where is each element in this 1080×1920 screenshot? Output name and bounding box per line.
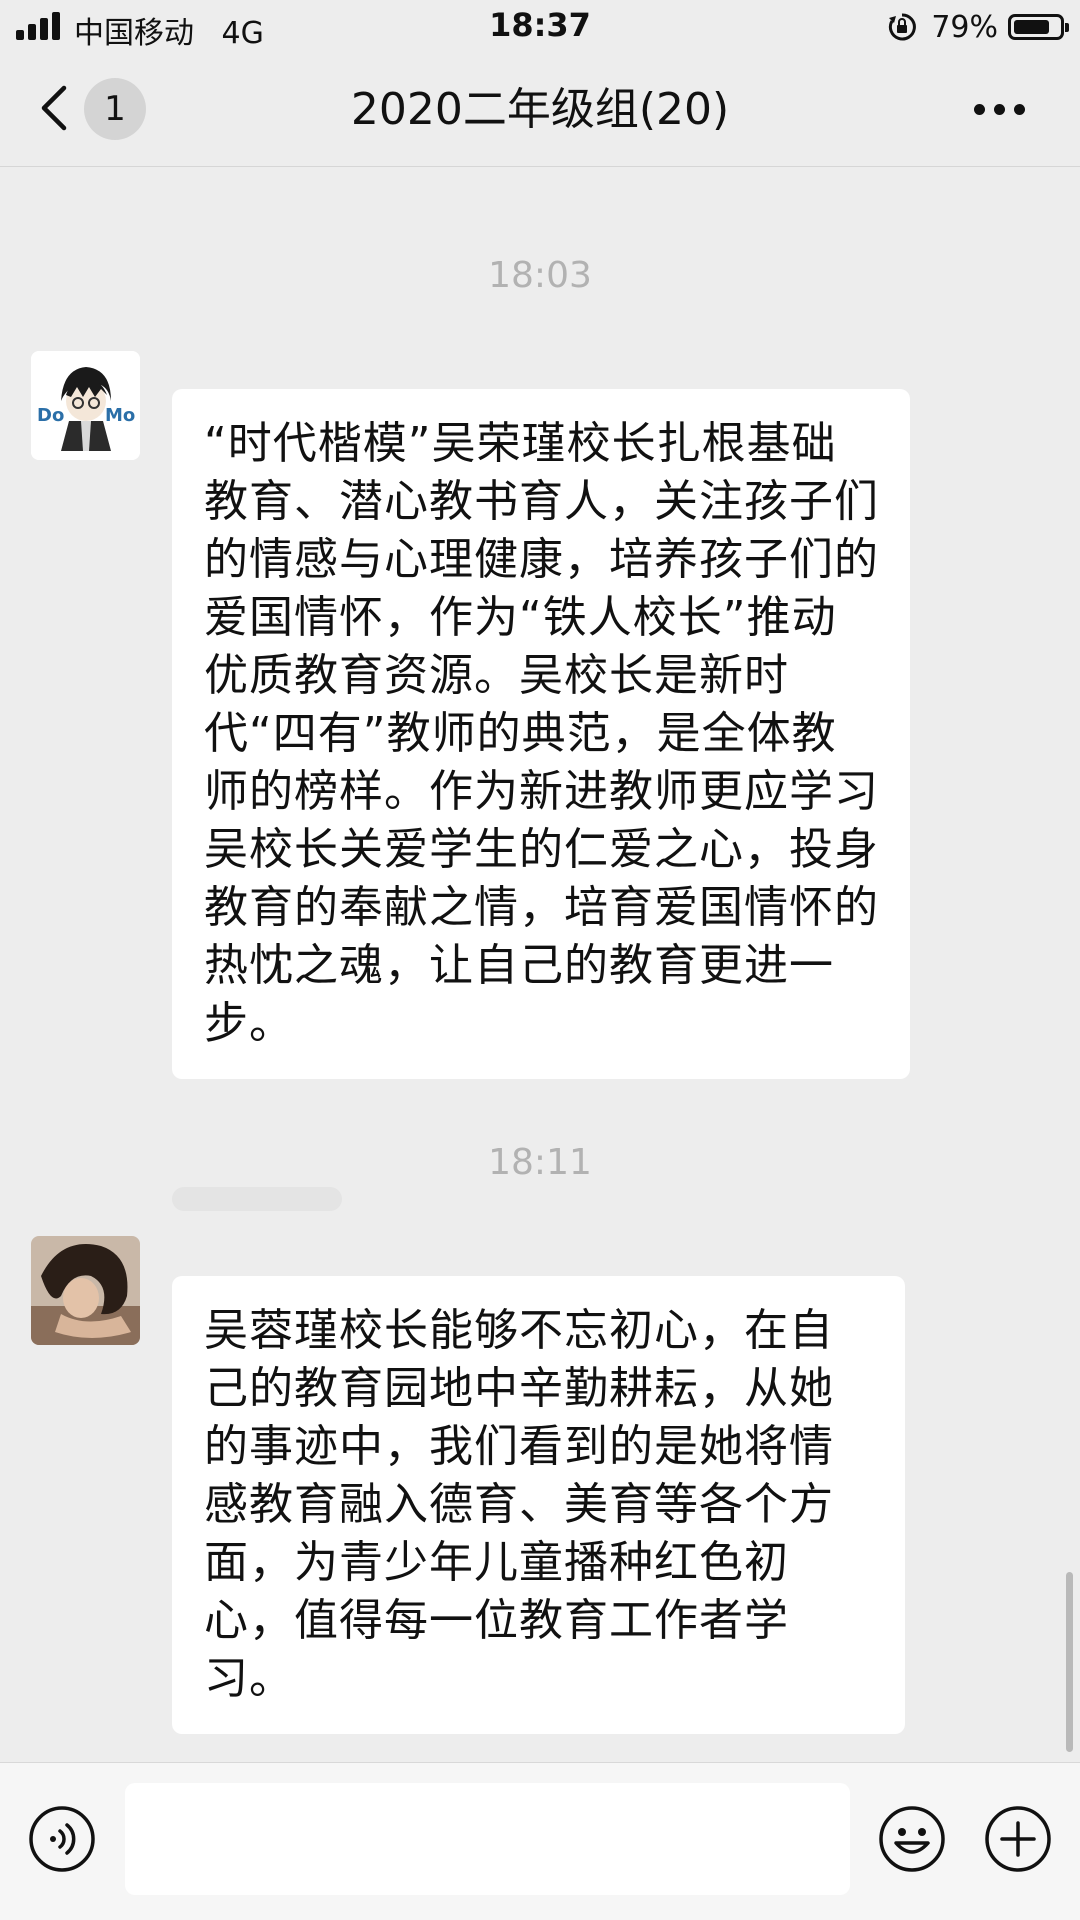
- svg-text:Do: Do: [37, 405, 64, 426]
- sender-name-hidden: [172, 1187, 342, 1211]
- status-right: 79%: [887, 8, 1069, 46]
- message-list[interactable]: 18:03 Do Mo “时代楷模”吴荣瑾校长扎根基础教育、潜心教书育人，关注孩…: [0, 167, 1080, 1762]
- input-bar: [0, 1762, 1080, 1920]
- battery-percent: 79%: [931, 9, 998, 45]
- voice-icon[interactable]: [28, 1805, 96, 1873]
- cartoon-avatar-icon: Do Mo: [31, 351, 140, 460]
- nav-bar: 1 2020二年级组(20): [0, 54, 1080, 167]
- chat-screen: 中国移动 4G 18:37 79% 1 2020二年级组(20) 18:03 D…: [0, 0, 1080, 1920]
- message-input[interactable]: [125, 1783, 850, 1895]
- message-timestamp: 18:03: [488, 255, 592, 296]
- message-bubble[interactable]: 吴蓉瑾校长能够不忘初心，在自己的教育园地中辛勤耕耘，从她的事迹中，我们看到的是她…: [172, 1276, 905, 1734]
- battery-icon: [1008, 14, 1069, 40]
- avatar[interactable]: [31, 1236, 140, 1345]
- svg-text:Mo: Mo: [105, 405, 135, 426]
- message-text: “时代楷模”吴荣瑾校长扎根基础教育、潜心教书育人，关注孩子们的情感与心理健康，培…: [204, 418, 879, 1049]
- rotation-lock-icon: [889, 13, 917, 41]
- message-text: 吴蓉瑾校长能够不忘初心，在自己的教育园地中辛勤耕耘，从她的事迹中，我们看到的是她…: [204, 1305, 834, 1704]
- plus-icon[interactable]: [984, 1805, 1052, 1873]
- scrollbar[interactable]: [1066, 1572, 1073, 1752]
- message-timestamp: 18:11: [488, 1142, 592, 1183]
- chat-title: 2020二年级组(20): [350, 84, 730, 135]
- avatar[interactable]: Do Mo: [31, 351, 140, 460]
- status-bar: 中国移动 4G 18:37 79%: [0, 0, 1080, 54]
- more-icon[interactable]: [970, 92, 1030, 124]
- message-bubble[interactable]: “时代楷模”吴荣瑾校长扎根基础教育、潜心教书育人，关注孩子们的情感与心理健康，培…: [172, 389, 910, 1079]
- emoji-icon[interactable]: [878, 1805, 946, 1873]
- photo-avatar-icon: [31, 1236, 140, 1345]
